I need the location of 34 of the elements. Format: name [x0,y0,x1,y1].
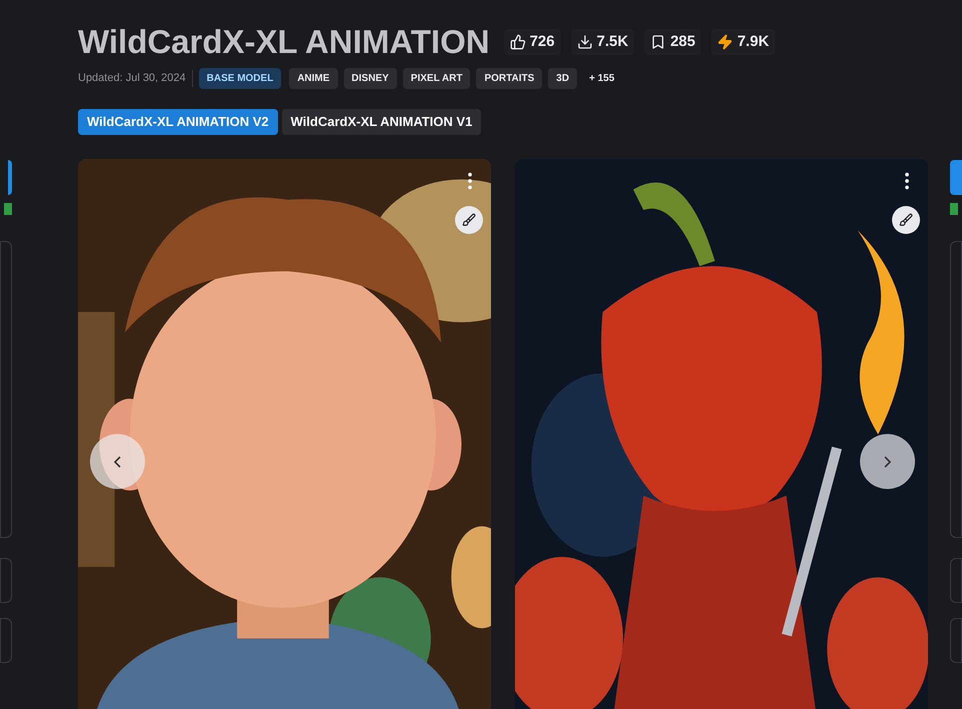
brush-icon [899,213,913,227]
stat-badge[interactable]: 7.5K [570,29,634,55]
lightning-icon [717,34,734,50]
tag[interactable]: PIXEL ART [402,68,470,89]
tag[interactable]: PORTAITS [476,68,542,89]
brush-icon [462,213,476,227]
stat-badge[interactable]: 726 [504,29,561,55]
stat-count: 285 [670,32,696,52]
updated-date: Updated: Jul 30, 2024 [78,70,193,87]
chevron-right-icon [884,456,891,468]
badge [4,203,12,215]
stat-badge[interactable]: 285 [644,29,702,55]
model-type-badge: BASE MODEL [198,68,282,89]
stat-count: 7.5K [596,32,628,52]
panel [950,558,962,603]
stat-count: 7.9K [737,32,770,52]
bookmark-icon [650,34,666,50]
panel [0,618,12,663]
thumbs-up-icon [510,34,526,50]
stat-count: 726 [530,32,555,52]
stat-badge[interactable]: 7.9K [711,29,776,55]
panel [950,618,962,663]
tag[interactable]: DISNEY [344,68,397,89]
version-tab[interactable]: WildCardX-XL ANIMATION V2 [78,109,278,135]
more-tags-link[interactable]: + 155 [583,71,620,86]
badge [950,203,958,215]
chevron-left-icon [114,456,121,468]
model-title: WildCardX-XL ANIMATION [78,22,490,62]
action-button[interactable] [8,160,12,195]
download-icon [576,34,593,50]
tag[interactable]: 3D [548,68,578,89]
tag[interactable]: ANIME [289,68,338,89]
version-tab[interactable]: WildCardX-XL ANIMATION V1 [282,109,482,135]
panel [0,558,12,603]
